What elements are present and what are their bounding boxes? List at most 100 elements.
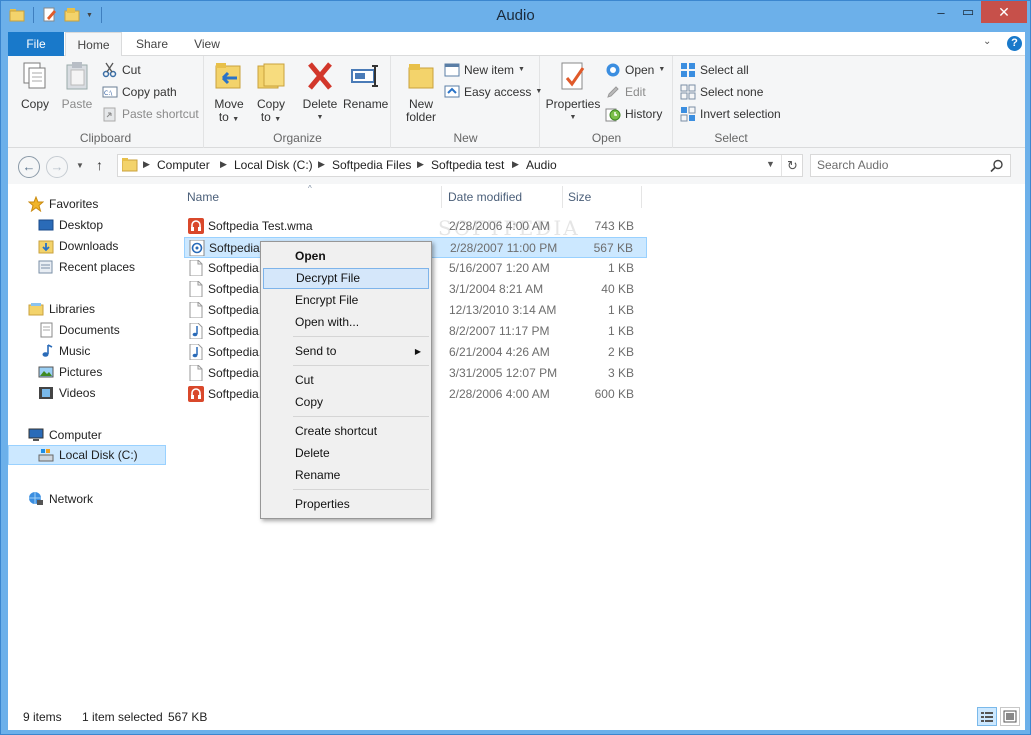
menu-item-send-to[interactable]: Send to ▶ (263, 341, 429, 362)
move-to-button[interactable]: Move to ▼ (211, 60, 247, 126)
nav-pictures[interactable]: Pictures (38, 362, 102, 382)
music-note-icon (188, 343, 204, 361)
menu-item-decrypt-file[interactable]: Decrypt File (263, 268, 429, 289)
tab-share[interactable]: Share (124, 32, 180, 56)
column-separator[interactable] (441, 186, 442, 208)
new-group-label: New (453, 131, 478, 145)
nav-local-disk[interactable]: Local Disk (C:) (8, 445, 166, 465)
properties-button[interactable]: Properties ▼ (545, 60, 601, 124)
menu-item-rename[interactable]: Rename (263, 465, 429, 486)
file-size: 2 KB (607, 345, 634, 359)
select-all-button[interactable]: Select all (680, 61, 749, 79)
cut-button[interactable]: Cut (102, 61, 141, 79)
back-button[interactable]: ← (18, 156, 40, 178)
copy-button[interactable]: Copy (16, 60, 54, 111)
window-title: Audio (496, 7, 535, 24)
menu-item-encrypt-file[interactable]: Encrypt File (263, 290, 429, 311)
column-separator[interactable] (562, 186, 563, 208)
easy-access-button[interactable]: Easy access ▼ (444, 83, 542, 101)
nav-favorites[interactable]: Favorites (28, 194, 98, 214)
details-view-button[interactable] (977, 707, 997, 726)
paste-shortcut-button[interactable]: Paste shortcut (102, 105, 199, 123)
properties-icon (561, 62, 585, 90)
new-item-button[interactable]: New item ▼ (444, 61, 525, 79)
breadcrumb-audio[interactable]: Audio (526, 158, 557, 172)
breadcrumb-computer[interactable]: Computer (157, 158, 210, 172)
forward-button[interactable]: → (46, 156, 68, 178)
search-icon[interactable] (990, 159, 1004, 173)
rename-button[interactable]: Rename (343, 60, 388, 111)
paste-button[interactable]: Paste (58, 60, 96, 111)
history-icon (605, 108, 621, 122)
wma-icon (188, 386, 204, 402)
select-none-icon (680, 84, 696, 100)
nav-network[interactable]: Network (28, 489, 93, 509)
column-separator[interactable] (641, 186, 642, 208)
minimize-button[interactable]: – (927, 1, 955, 23)
edit-button[interactable]: Edit (605, 83, 646, 101)
column-header-date-modified[interactable]: Date modified (448, 190, 522, 204)
edit-icon (607, 86, 619, 98)
address-bar[interactable]: ▶ Computer ▶ Local Disk (C:) ▶ Softpedia… (117, 154, 803, 177)
breadcrumb-softpedia-test[interactable]: Softpedia test (431, 158, 504, 172)
file-name: Softpedia. (208, 303, 263, 317)
maximize-button[interactable]: ▭ (955, 1, 981, 23)
breadcrumb-separator-icon[interactable]: ▶ (512, 159, 519, 170)
menu-item-delete[interactable]: Delete (263, 443, 429, 464)
address-dropdown-icon[interactable]: ▼ (766, 159, 775, 169)
organize-group-label: Organize (273, 131, 322, 145)
copy-path-button[interactable]: C:\ Copy path (102, 83, 177, 101)
open-button[interactable]: Open ▼ (605, 61, 665, 79)
menu-item-create-shortcut[interactable]: Create shortcut (263, 421, 429, 442)
close-button[interactable]: ✕ (981, 1, 1027, 23)
menu-item-cut[interactable]: Cut (263, 370, 429, 391)
nav-videos[interactable]: Videos (38, 383, 95, 403)
breadcrumb-softpedia-files[interactable]: Softpedia Files (332, 158, 411, 172)
large-icons-view-button[interactable] (1000, 707, 1020, 726)
column-header-name[interactable]: Name (187, 190, 219, 204)
tab-home[interactable]: Home (65, 32, 122, 57)
file-name: Softpedia. (208, 387, 263, 401)
tab-file[interactable]: File (8, 32, 64, 56)
search-input[interactable] (817, 158, 987, 172)
copy-path-icon: C:\ (102, 86, 118, 98)
history-button[interactable]: History (605, 105, 662, 123)
file-row[interactable]: Softpedia Test.wma 2/28/2006 4:00 AM 743 K… (184, 216, 647, 237)
nav-downloads[interactable]: Downloads (38, 236, 118, 256)
invert-selection-button[interactable]: Invert selection (680, 105, 781, 123)
file-name: Softpedia. (208, 282, 263, 296)
column-header-size[interactable]: Size (568, 190, 591, 204)
tab-view[interactable]: View (180, 32, 234, 56)
nav-desktop[interactable]: Desktop (38, 215, 103, 235)
nav-documents[interactable]: Documents (38, 320, 120, 340)
copy-icon (23, 62, 46, 89)
breadcrumb-local-disk[interactable]: Local Disk (C:) (234, 158, 313, 172)
nav-music[interactable]: Music (38, 341, 90, 361)
file-size: 40 KB (601, 282, 634, 296)
file-date-modified: 8/2/2007 11:17 PM (449, 324, 550, 338)
up-arrow-icon[interactable]: ↑ (96, 157, 103, 173)
breadcrumb-separator-icon[interactable]: ▶ (417, 159, 424, 170)
menu-item-copy[interactable]: Copy (263, 392, 429, 413)
nav-libraries[interactable]: Libraries (28, 299, 95, 319)
breadcrumb-separator-icon[interactable]: ▶ (220, 159, 227, 170)
ribbon-expand-icon[interactable]: ⌄ (983, 36, 991, 47)
delete-button[interactable]: Delete ▼ (301, 60, 339, 124)
copy-to-button[interactable]: Copy to ▼ (253, 60, 289, 126)
help-icon[interactable]: ? (1007, 36, 1022, 51)
breadcrumb-separator-icon[interactable]: ▶ (318, 159, 325, 170)
menu-item-open[interactable]: Open (263, 246, 429, 267)
new-group: New folder New item ▼ Easy access ▼ New (392, 56, 542, 148)
recent-locations-dropdown-icon[interactable]: ▼ (76, 161, 84, 170)
search-box[interactable] (810, 154, 1011, 177)
menu-item-open-with[interactable]: Open with... (263, 312, 429, 333)
refresh-icon[interactable]: ↻ (781, 155, 803, 176)
menu-item-properties[interactable]: Properties (263, 494, 429, 515)
chevron-down-icon: ▼ (232, 116, 240, 123)
select-none-button[interactable]: Select none (680, 83, 763, 101)
breadcrumb-separator-icon[interactable]: ▶ (143, 159, 150, 170)
easy-access-icon (444, 85, 460, 98)
nav-recent-places[interactable]: Recent places (38, 257, 135, 277)
new-folder-button[interactable]: New folder (402, 60, 440, 124)
nav-computer[interactable]: Computer (28, 425, 102, 445)
